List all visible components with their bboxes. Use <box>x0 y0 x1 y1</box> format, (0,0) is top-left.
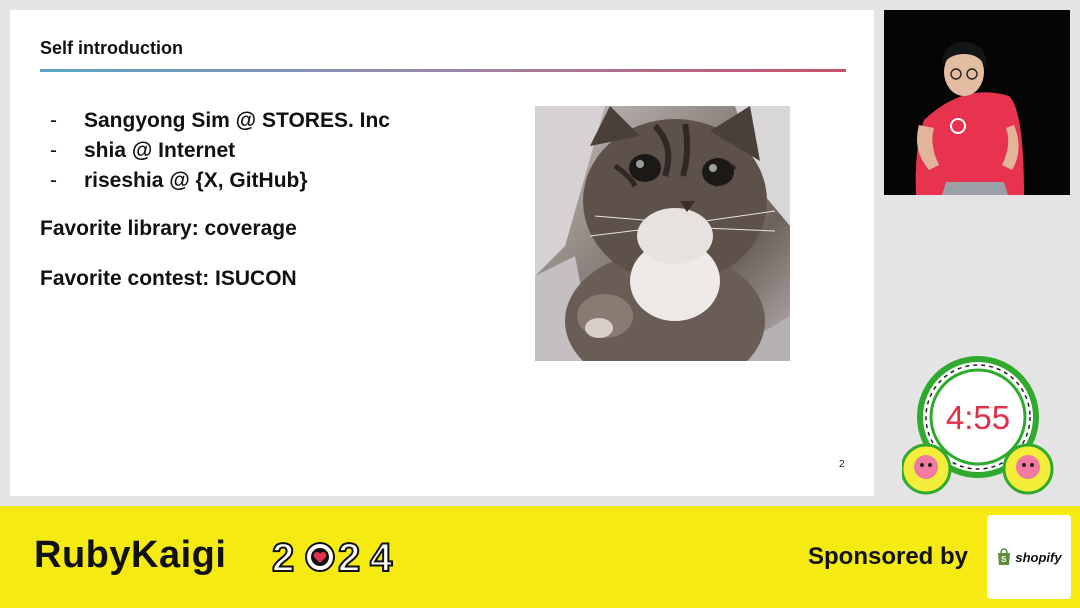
kitten-illustration <box>535 106 790 361</box>
bullet-item: - shia @ Internet <box>50 136 390 166</box>
conference-name: RubyKaigi <box>34 534 227 576</box>
bullet-marker: - <box>50 109 57 132</box>
favorite-contest: Favorite contest: ISUCON <box>40 267 297 290</box>
year-digit: 2 <box>338 536 360 580</box>
conference-year-logo: 2 2 4 <box>271 535 394 580</box>
sponsored-by-label: Sponsored by <box>808 543 969 570</box>
bullet-text: shia @ Internet <box>84 139 236 162</box>
slide: Self introduction - Sangyong Sim @ STORE… <box>10 10 874 496</box>
bullet-item: - riseshia @ {X, GitHub} <box>50 166 390 196</box>
timer-value: 4:55 <box>945 399 1011 436</box>
countdown-timer: 4:55 <box>900 355 1054 498</box>
bullet-marker: - <box>50 139 57 162</box>
bullet-text: riseshia @ {X, GitHub} <box>84 169 308 192</box>
speaker-illustration <box>915 41 1024 195</box>
year-digit: 2 <box>272 536 294 580</box>
speaker-video <box>884 10 1070 195</box>
sponsor-logo-card: S shopify <box>987 515 1071 599</box>
page-number: 2 <box>839 459 845 470</box>
year-digit: 4 <box>370 536 393 580</box>
bullet-text: Sangyong Sim @ STORES. Inc <box>84 109 390 132</box>
favorite-library: Favorite library: coverage <box>40 217 297 240</box>
kitten-photo <box>535 106 790 361</box>
slide-title: Self introduction <box>40 38 183 58</box>
bullet-list: - Sangyong Sim @ STORES. Inc - shia @ In… <box>50 106 390 196</box>
bullet-marker: - <box>50 169 57 192</box>
sponsor-name: shopify <box>1015 549 1062 565</box>
footer-banner: RubyKaigi 2 2 4 Sponsored by S shopify <box>0 506 1080 608</box>
shopify-bag-icon: S <box>998 548 1011 565</box>
bullet-item: - Sangyong Sim @ STORES. Inc <box>50 106 390 136</box>
title-divider <box>40 69 846 72</box>
svg-text:S: S <box>1001 555 1007 564</box>
